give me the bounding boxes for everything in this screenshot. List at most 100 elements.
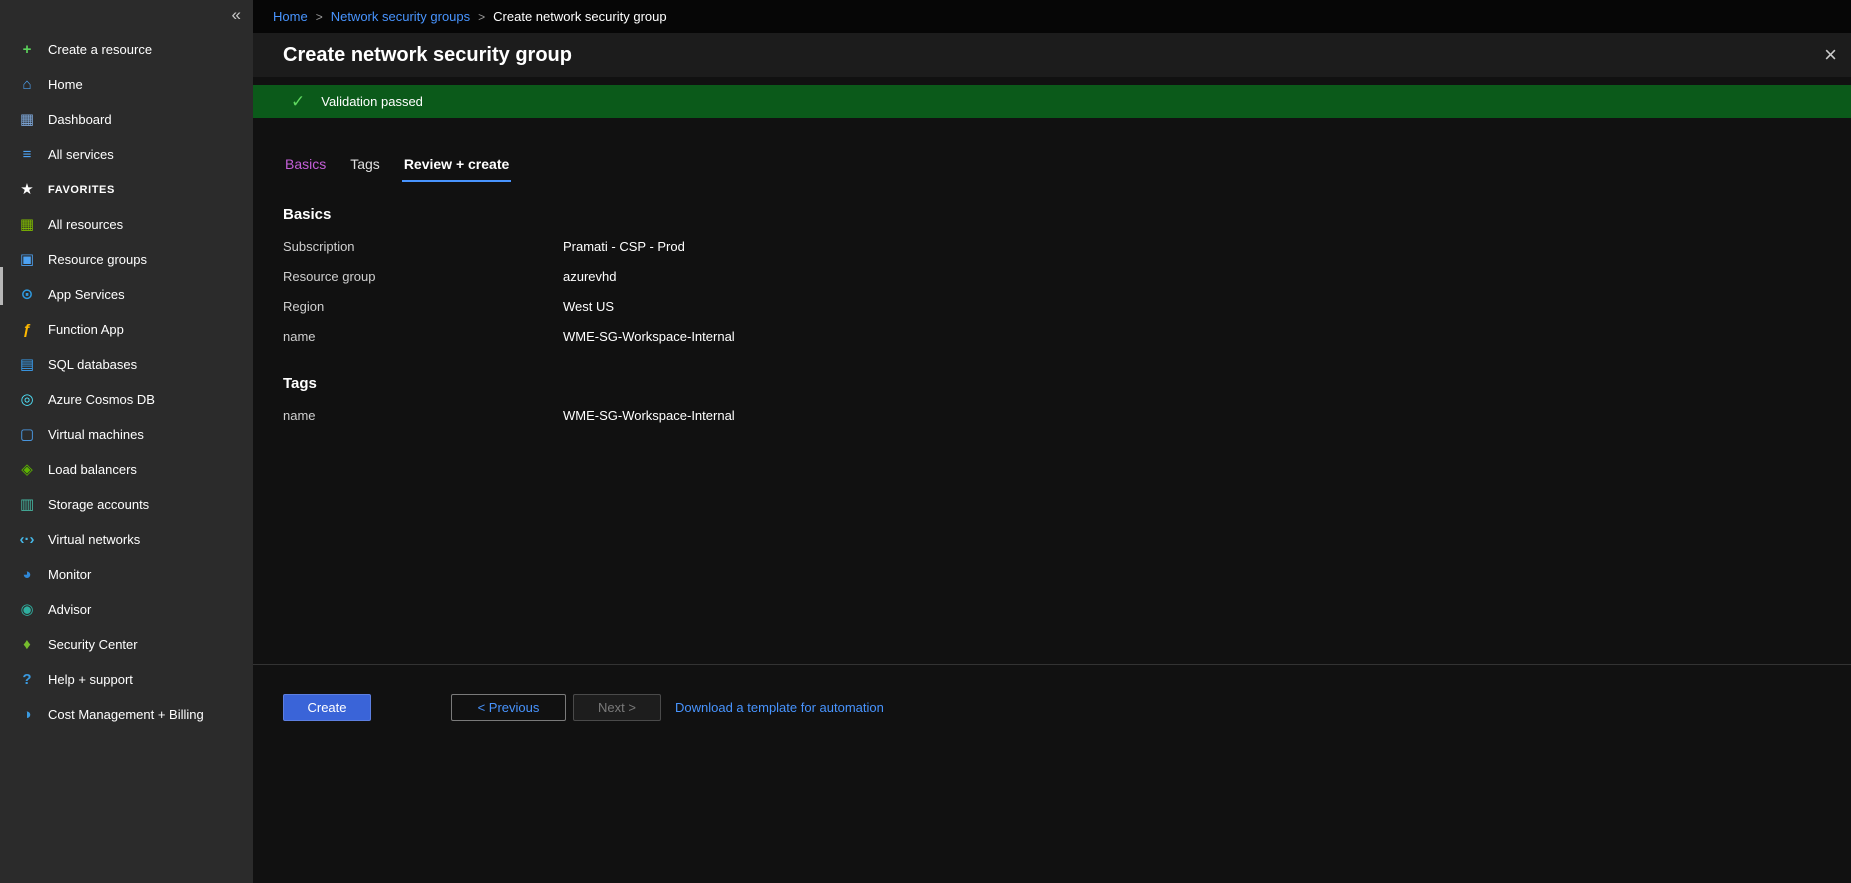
collapse-sidebar-icon[interactable]: « xyxy=(232,6,241,23)
sidebar-item-label: Virtual machines xyxy=(48,427,144,442)
grid-icon: ▦ xyxy=(18,217,36,232)
sidebar-item-resource-groups[interactable]: ▣ Resource groups xyxy=(0,242,253,277)
sidebar-item-label: Resource groups xyxy=(48,252,147,267)
breadcrumb-home-link[interactable]: Home xyxy=(273,9,308,24)
sidebar-item-all-services[interactable]: ≡ All services xyxy=(0,137,253,172)
review-row-tag-name: name WME-SG-Workspace-Internal xyxy=(283,400,1851,430)
previous-button[interactable]: < Previous xyxy=(451,694,566,721)
sidebar-item-help-support[interactable]: ? Help + support xyxy=(0,662,253,697)
sidebar-item-label: Help + support xyxy=(48,672,133,687)
dashboard-icon: ▦ xyxy=(18,112,36,127)
shield-icon: ♦ xyxy=(18,637,36,652)
sidebar-item-label: Function App xyxy=(48,322,124,337)
page-header: Create network security group × xyxy=(253,33,1851,77)
row-label: Region xyxy=(283,299,563,314)
page-title: Create network security group xyxy=(283,44,572,67)
advisor-icon: ◉ xyxy=(18,602,36,617)
review-row-name: name WME-SG-Workspace-Internal xyxy=(283,321,1851,351)
sidebar-favorites-header: ★ FAVORITES xyxy=(0,172,253,207)
row-value: WME-SG-Workspace-Internal xyxy=(563,329,735,344)
tab-tags[interactable]: Tags xyxy=(348,156,382,182)
virtual-network-icon: ‹·› xyxy=(18,532,36,547)
sidebar-item-label: App Services xyxy=(48,287,125,302)
create-button[interactable]: Create xyxy=(283,694,371,721)
tags-section-title: Tags xyxy=(283,375,1851,392)
sidebar-item-dashboard[interactable]: ▦ Dashboard xyxy=(0,102,253,137)
row-value: azurevhd xyxy=(563,269,616,284)
sidebar-item-virtual-networks[interactable]: ‹·› Virtual networks xyxy=(0,522,253,557)
close-icon[interactable]: × xyxy=(1824,44,1837,66)
sidebar-item-azure-cosmos-db[interactable]: ◎ Azure Cosmos DB xyxy=(0,382,253,417)
sidebar-item-label: Monitor xyxy=(48,567,91,582)
row-value: Pramati - CSP - Prod xyxy=(563,239,685,254)
sidebar-item-label: Security Center xyxy=(48,637,138,652)
sidebar-item-label: SQL databases xyxy=(48,357,137,372)
sidebar-item-label: Cost Management + Billing xyxy=(48,707,204,722)
cosmos-db-icon: ◎ xyxy=(18,392,36,407)
sql-database-icon: ▤ xyxy=(18,357,36,372)
breadcrumb-current-page: Create network security group xyxy=(493,9,666,24)
resource-groups-icon: ▣ xyxy=(18,252,36,267)
app-services-icon: ⊙ xyxy=(18,287,36,302)
sidebar-item-home[interactable]: ⌂ Home xyxy=(0,67,253,102)
breadcrumb: Home > Network security groups > Create … xyxy=(253,0,1851,33)
sidebar-item-label: All resources xyxy=(48,217,123,232)
row-value: West US xyxy=(563,299,614,314)
row-label: name xyxy=(283,408,563,423)
load-balancer-icon: ◈ xyxy=(18,462,36,477)
sidebar-item-create-a-resource[interactable]: + Create a resource xyxy=(0,32,253,67)
sidebar-item-virtual-machines[interactable]: ▢ Virtual machines xyxy=(0,417,253,452)
sidebar-item-label: All services xyxy=(48,147,114,162)
storage-icon: ▥ xyxy=(18,497,36,512)
basics-rows: Subscription Pramati - CSP - Prod Resour… xyxy=(283,231,1851,351)
sidebar-item-label: Storage accounts xyxy=(48,497,149,512)
sidebar-item-storage-accounts[interactable]: ▥ Storage accounts xyxy=(0,487,253,522)
wizard-footer: Create < Previous Next > Download a temp… xyxy=(253,664,1851,883)
review-row-subscription: Subscription Pramati - CSP - Prod xyxy=(283,231,1851,261)
row-label: name xyxy=(283,329,563,344)
next-button[interactable]: Next > xyxy=(573,694,661,721)
virtual-machine-icon: ▢ xyxy=(18,427,36,442)
sidebar-item-load-balancers[interactable]: ◈ Load balancers xyxy=(0,452,253,487)
checkmark-icon: ✓ xyxy=(291,92,305,112)
sidebar-item-monitor[interactable]: ◕ Monitor xyxy=(0,557,253,592)
sidebar-item-function-app[interactable]: ƒ Function App xyxy=(0,312,253,347)
review-row-resource-group: Resource group azurevhd xyxy=(283,261,1851,291)
sidebar-item-sql-databases[interactable]: ▤ SQL databases xyxy=(0,347,253,382)
row-label: Subscription xyxy=(283,239,563,254)
sidebar-nav: + Create a resource ⌂ Home ▦ Dashboard ≡… xyxy=(0,32,253,732)
validation-banner-text: Validation passed xyxy=(321,94,423,109)
sidebar-item-security-center[interactable]: ♦ Security Center xyxy=(0,627,253,662)
breadcrumb-separator: > xyxy=(478,10,485,24)
monitor-icon: ◕ xyxy=(18,567,36,582)
wizard-tabs: Basics Tags Review + create xyxy=(283,156,1851,182)
billing-icon: ◑ xyxy=(18,707,36,722)
sidebar-item-advisor[interactable]: ◉ Advisor xyxy=(0,592,253,627)
sidebar-scrollbar-thumb[interactable] xyxy=(0,267,3,305)
breadcrumb-nsg-link[interactable]: Network security groups xyxy=(331,9,470,24)
star-icon: ★ xyxy=(18,182,36,197)
tags-rows: name WME-SG-Workspace-Internal xyxy=(283,400,1851,430)
sidebar: « + Create a resource ⌂ Home ▦ Dashboard… xyxy=(0,0,253,883)
plus-icon: + xyxy=(18,42,36,57)
lightning-icon: ƒ xyxy=(18,322,36,337)
tab-review-create[interactable]: Review + create xyxy=(402,156,511,182)
sidebar-item-app-services[interactable]: ⊙ App Services xyxy=(0,277,253,312)
help-icon: ? xyxy=(18,672,36,687)
basics-section-title: Basics xyxy=(283,206,1851,223)
sidebar-item-label: Home xyxy=(48,77,83,92)
tab-basics[interactable]: Basics xyxy=(283,156,328,182)
sidebar-item-all-resources[interactable]: ▦ All resources xyxy=(0,207,253,242)
sidebar-item-label: Dashboard xyxy=(48,112,112,127)
review-row-region: Region West US xyxy=(283,291,1851,321)
validation-banner: ✓ Validation passed xyxy=(253,85,1851,118)
all-services-icon: ≡ xyxy=(18,147,36,162)
sidebar-item-label: Virtual networks xyxy=(48,532,140,547)
sidebar-favorites-label: FAVORITES xyxy=(48,184,115,196)
sidebar-item-label: Create a resource xyxy=(48,42,152,57)
download-template-link[interactable]: Download a template for automation xyxy=(675,700,884,715)
row-value: WME-SG-Workspace-Internal xyxy=(563,408,735,423)
sidebar-item-label: Azure Cosmos DB xyxy=(48,392,155,407)
breadcrumb-separator: > xyxy=(316,10,323,24)
sidebar-item-cost-management-billing[interactable]: ◑ Cost Management + Billing xyxy=(0,697,253,732)
